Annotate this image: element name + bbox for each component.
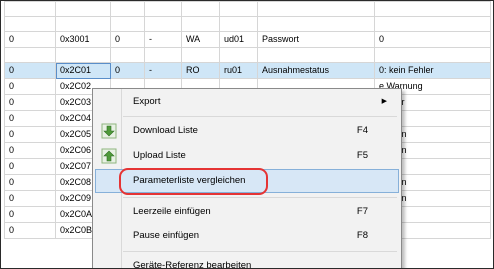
app-frame: 0 0x3001 0- WA ud01 Passwort 0 0 0x2C01 0- RO ru01 A… <box>0 0 494 269</box>
table-cell-col-index[interactable]: 0 <box>4 78 56 95</box>
table-cell-col-value[interactable] <box>374 1 491 17</box>
table-row[interactable]: 0 0x3001 0- WA ud01 Passwort 0 <box>4 31 491 48</box>
table-cell-col-access[interactable]: RO <box>181 62 220 79</box>
menu-item-export-label: Export <box>133 96 161 107</box>
table-cell-col-index[interactable]: 0 <box>4 206 56 223</box>
menu-item-insert-blank-row[interactable]: Leerzeile einfügen F7 <box>95 201 399 223</box>
table-row[interactable]: 0 0x2C01 0- RO ru01 Ausnahmestatus 0: kein Feh… <box>4 62 491 79</box>
table-cell-col-index[interactable]: 0 <box>4 110 56 127</box>
table-cell-col-index[interactable] <box>4 1 56 17</box>
menu-item-insert-pause-label: Pause einfügen <box>133 230 200 241</box>
table-cell-col-index[interactable] <box>4 16 56 32</box>
table-cell-col-subindex[interactable] <box>110 1 145 17</box>
menu-separator <box>123 251 397 252</box>
table-cell-col-unit[interactable] <box>144 16 182 32</box>
table-cell-col-name[interactable]: Passwort <box>257 31 375 48</box>
menu-item-edit-device-reference-label: Geräte-Referenz bearbeiten <box>133 260 252 269</box>
table-cell-col-access[interactable]: WA <box>181 31 220 48</box>
table-cell-col-index[interactable]: 0 <box>4 158 56 175</box>
table-cell-col-index[interactable]: 0 <box>4 174 56 191</box>
table-row[interactable] <box>4 47 491 63</box>
table-cell-col-code[interactable] <box>219 47 258 63</box>
table-cell-col-index[interactable] <box>4 47 56 63</box>
table-cell-col-address[interactable] <box>55 16 111 32</box>
table-cell-col-address[interactable] <box>55 47 111 63</box>
menu-item-download-list[interactable]: Download Liste F4 <box>95 120 399 142</box>
table-cell-col-unit[interactable] <box>144 47 182 63</box>
table-cell-col-name[interactable]: Ausnahmestatus <box>257 62 375 79</box>
table-cell-col-index[interactable]: 0 <box>4 190 56 207</box>
table-cell-col-subindex[interactable]: 0 <box>110 62 145 79</box>
table-cell-col-index[interactable]: 0 <box>4 62 56 79</box>
table-cell-col-unit[interactable]: - <box>144 31 182 48</box>
menu-item-download-label: Download Liste <box>133 125 198 136</box>
table-cell-col-code[interactable]: ud01 <box>219 31 258 48</box>
download-arrow-icon <box>101 123 117 139</box>
menu-item-download-shortcut: F4 <box>356 125 368 136</box>
table-cell-col-address[interactable] <box>55 1 111 17</box>
menu-item-export[interactable]: Export ▶ <box>95 91 399 113</box>
table-cell-col-index[interactable]: 0 <box>4 142 56 159</box>
table-cell-col-unit[interactable]: - <box>144 62 182 79</box>
menu-separator <box>123 116 397 117</box>
table-cell-col-access[interactable] <box>181 47 220 63</box>
upload-arrow-icon <box>101 148 117 164</box>
menu-item-insert-pause-shortcut: F8 <box>356 230 368 241</box>
annotation-highlight-circle <box>119 168 268 195</box>
table-cell-col-code[interactable]: ru01 <box>219 62 258 79</box>
table-cell-col-index[interactable]: 0 <box>4 126 56 143</box>
table-cell-col-subindex[interactable]: 0 <box>110 31 145 48</box>
table-cell-col-index[interactable]: 0 <box>4 222 56 239</box>
table-cell-col-access[interactable] <box>181 16 220 32</box>
table-cell-col-unit[interactable] <box>144 1 182 17</box>
menu-item-insert-blank-row-label: Leerzeile einfügen <box>133 206 211 217</box>
table-cell-col-name[interactable] <box>257 1 375 17</box>
table-cell-col-value[interactable]: 0 <box>374 31 491 48</box>
table-cell-col-value[interactable] <box>374 47 491 63</box>
menu-item-upload-shortcut: F5 <box>356 150 368 161</box>
table-cell-col-subindex[interactable] <box>110 16 145 32</box>
table-cell-col-index[interactable]: 0 <box>4 94 56 111</box>
menu-item-insert-pause[interactable]: Pause einfügen F8 <box>95 225 399 247</box>
menu-separator <box>123 197 397 198</box>
table-cell-col-value[interactable]: 0: kein Fehler <box>374 62 491 79</box>
table-row[interactable] <box>4 1 491 17</box>
table-cell-col-name[interactable] <box>257 16 375 32</box>
menu-item-insert-blank-row-shortcut: F7 <box>356 206 368 217</box>
table-cell-col-access[interactable] <box>181 1 220 17</box>
menu-item-edit-device-reference[interactable]: Geräte-Referenz bearbeiten <box>95 255 399 269</box>
table-cell-col-address[interactable]: 0x2C01 <box>55 62 111 79</box>
table-cell-col-subindex[interactable] <box>110 47 145 63</box>
table-cell-col-value[interactable] <box>374 16 491 32</box>
menu-item-upload-list[interactable]: Upload Liste F5 <box>95 145 399 167</box>
table-row[interactable] <box>4 16 491 32</box>
table-cell-col-name[interactable] <box>257 47 375 63</box>
chevron-right-icon: ▶ <box>381 98 387 105</box>
table-cell-col-address[interactable]: 0x3001 <box>55 31 111 48</box>
table-cell-col-code[interactable] <box>219 16 258 32</box>
table-cell-col-code[interactable] <box>219 1 258 17</box>
table-cell-col-index[interactable]: 0 <box>4 31 56 48</box>
menu-item-upload-label: Upload Liste <box>133 150 186 161</box>
